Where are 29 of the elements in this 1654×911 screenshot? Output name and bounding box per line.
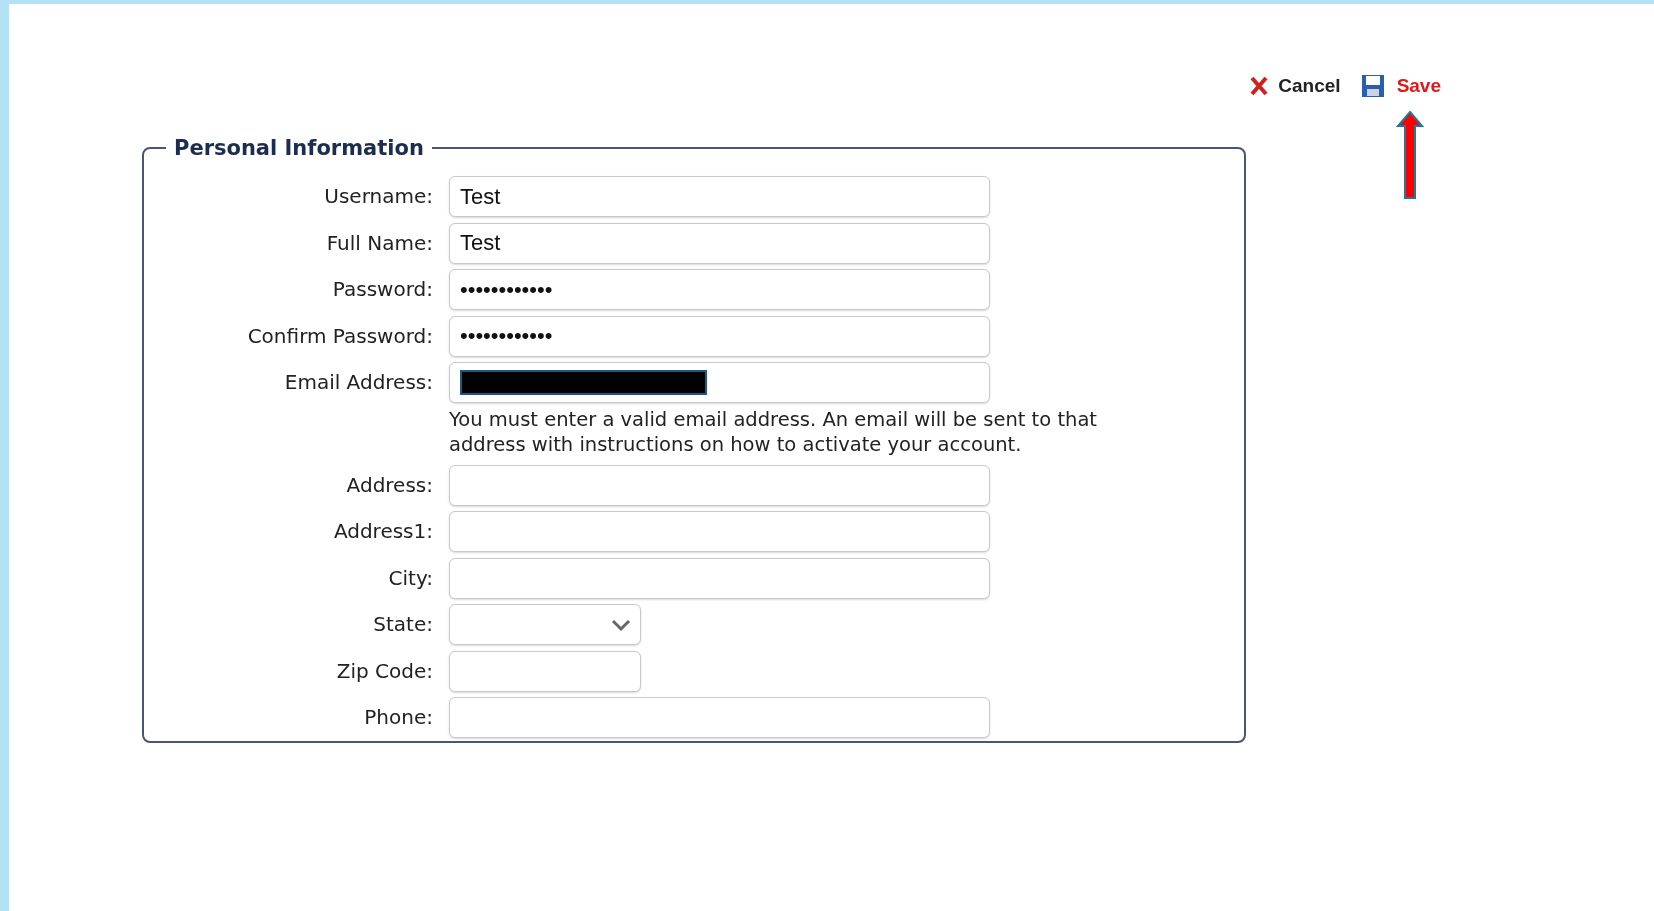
- text-field[interactable]: Test: [449, 222, 990, 264]
- field-label: Username:: [323, 183, 433, 210]
- zip-code-field[interactable]: [449, 650, 641, 692]
- field-label: Address1:: [332, 518, 433, 545]
- text-field[interactable]: [449, 464, 990, 506]
- field-label: Full Name:: [325, 229, 433, 257]
- text-field[interactable]: [449, 511, 990, 552]
- field-label: State:: [372, 611, 433, 638]
- section-title: Personal Information: [173, 134, 425, 162]
- cancel-button[interactable]: Cancel: [1250, 72, 1341, 101]
- up-arrow-icon: [1396, 110, 1424, 200]
- text-field[interactable]: [449, 557, 990, 599]
- text-field[interactable]: Test: [449, 176, 990, 217]
- field-label: Address:: [345, 471, 433, 499]
- close-icon: [1250, 76, 1269, 97]
- text-field[interactable]: [449, 697, 990, 738]
- field-label: Confirm Password:: [246, 322, 433, 350]
- password-field[interactable]: ••••••••••••: [449, 269, 990, 310]
- email-field[interactable]: [449, 362, 990, 403]
- field-label: Password:: [331, 276, 433, 303]
- chevron-down-icon: [610, 617, 632, 632]
- state-dropdown[interactable]: [449, 604, 641, 645]
- field-label: City:: [387, 564, 433, 592]
- field-label: Phone:: [363, 704, 433, 731]
- field-label: Email Address:: [283, 369, 433, 396]
- password-field[interactable]: ••••••••••••: [449, 315, 990, 357]
- save-button[interactable]: Save: [1360, 72, 1441, 101]
- field-label: Zip Code:: [335, 657, 433, 685]
- help-text: You must enter a valid email address. An email will be sent to that address with instructions on how to activate your account.: [449, 407, 1098, 457]
